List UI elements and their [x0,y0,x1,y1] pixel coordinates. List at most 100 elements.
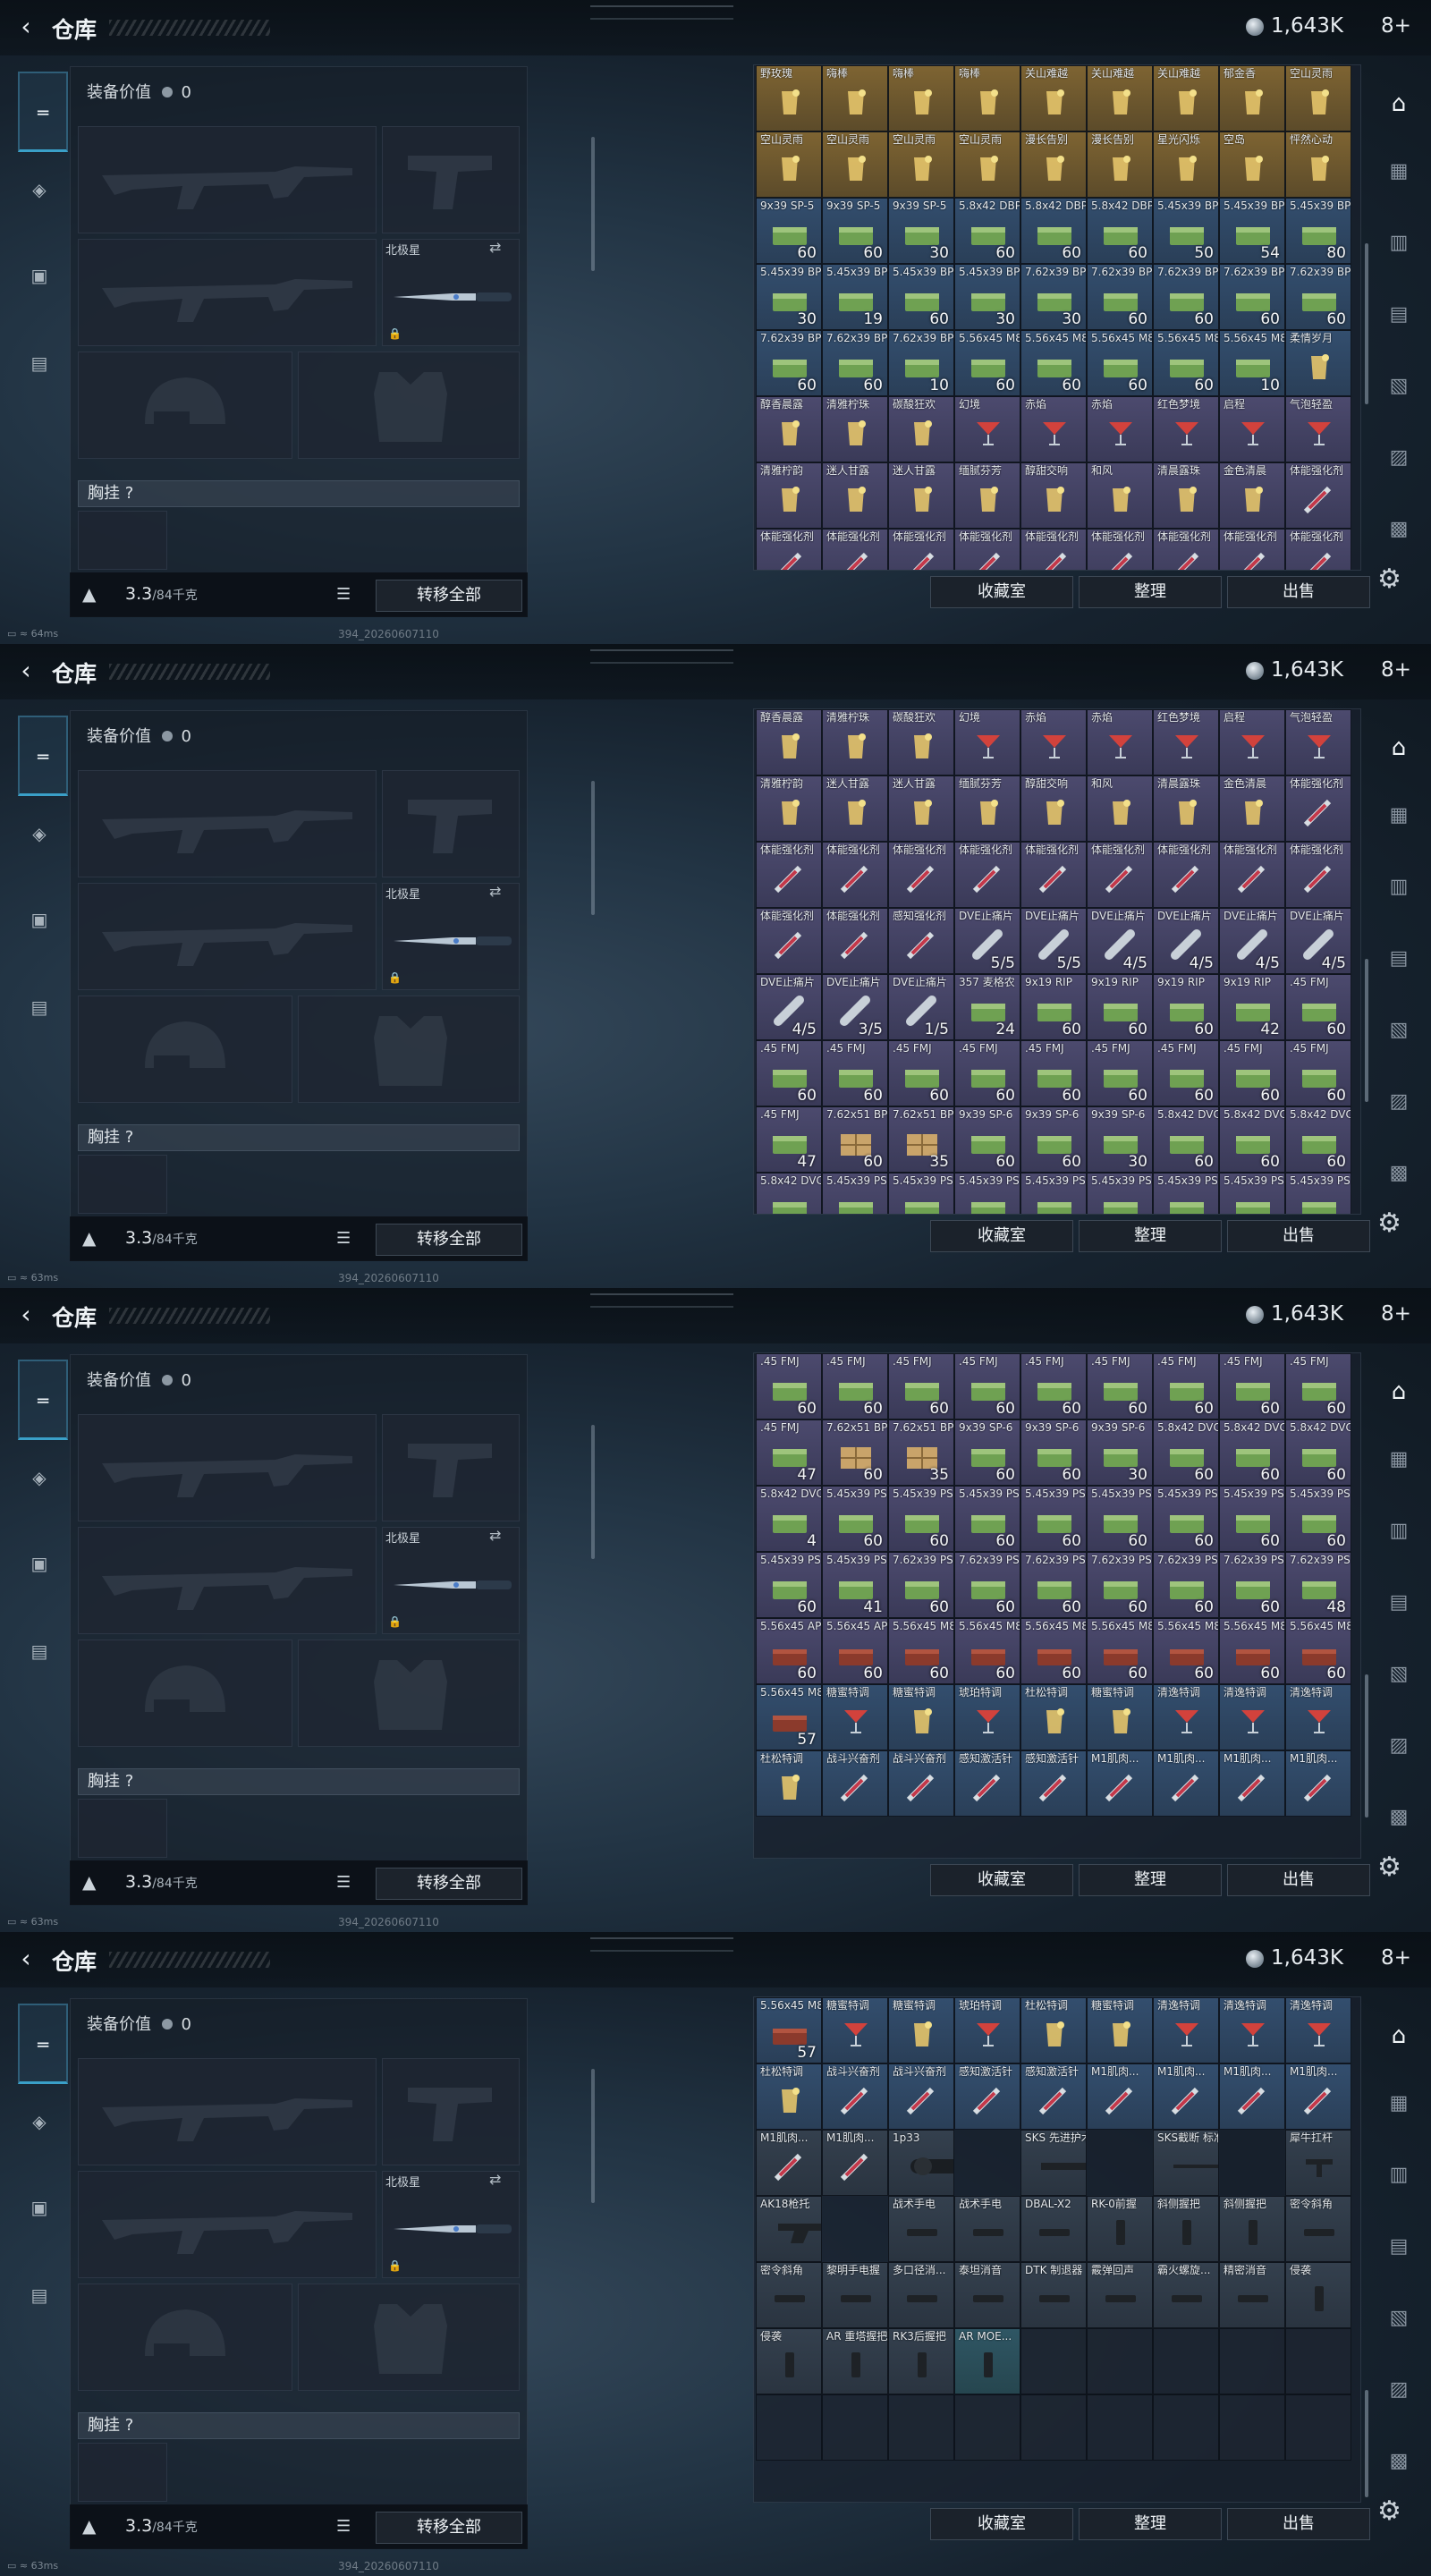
stash-item[interactable]: 5.8x42 DVC12 60 [1153,1419,1219,1486]
stash-item[interactable]: 碳酸狂欢 [888,709,954,775]
tab-briefcase-icon[interactable]: ▤ [20,343,59,383]
stash-item[interactable]: 醇香晨露 [756,709,822,775]
chest-rig-label[interactable]: 胸挂 ? [78,1124,520,1151]
gear-icon[interactable]: ⚙ [1377,2496,1401,2527]
stash-item[interactable]: 5.45x39 BP 30 [756,264,822,330]
stash-item[interactable]: 体能强化剂 [888,529,954,570]
stash-tab-warehouse-icon[interactable]: ⌂ [1383,88,1415,120]
collection-room-button[interactable]: 收藏室 [930,576,1073,608]
primary-weapon-slot[interactable] [78,1414,377,1521]
stash-item[interactable]: 5.45x39 PS 60 [822,1486,888,1552]
chest-rig-slot[interactable] [78,1155,167,1214]
stash-item[interactable]: 5.56x45 M855A1 10 [1219,330,1285,396]
stash-item[interactable]: 7.62x39 PS 60 [1219,1552,1285,1618]
stash-item[interactable]: 空山灵雨 [756,131,822,198]
stash-item[interactable]: 5.45x39 BP 50 [1153,198,1219,264]
stash-item[interactable]: 空山灵雨 [1285,65,1351,131]
stash-item[interactable]: 5.45x39 PS 41 [822,1552,888,1618]
stash-item[interactable]: 5.8x42 DVC12 60 [1219,1419,1285,1486]
stash-item[interactable]: 迷人甘露 [822,462,888,529]
stash-item[interactable]: 糖蜜特调 [1087,1684,1153,1750]
stash-item[interactable]: 7.62x39 PS 60 [888,1552,954,1618]
stash-item[interactable]: 5.8x42 DVC12 60 [1153,1106,1219,1173]
stash-item[interactable]: 7.62x39 BP 10 [888,330,954,396]
stash-scrollbar[interactable] [1365,243,1368,404]
empty-slot[interactable] [1153,2394,1219,2461]
list-icon[interactable]: ☰ [336,1873,351,1892]
list-icon[interactable]: ☰ [336,1229,351,1248]
stash-tab-armor-icon[interactable]: ▤ [1383,2231,1415,2263]
stash-item[interactable]: 体能强化剂 [1285,842,1351,908]
stash-tab-keys-icon[interactable]: ▩ [1383,1801,1415,1834]
stash-item[interactable]: 9x39 SP-6 60 [1020,1419,1087,1486]
stash-item[interactable]: M1肌肉... [1285,1750,1351,1817]
stash-item[interactable]: 5.8x42 DVC12 4 [756,1486,822,1552]
stash-item[interactable]: 1p33 [888,2130,954,2196]
stash-item[interactable]: 清雅柠韵 [756,462,822,529]
stash-item[interactable]: .45 FMJ 60 [1219,1040,1285,1106]
stash-item[interactable]: 空山灵雨 [954,131,1020,198]
sell-button[interactable]: 出售 [1227,576,1370,608]
stash-item[interactable]: 9x39 SP-6 30 [1087,1419,1153,1486]
back-arrow-icon[interactable]: ‹ [13,657,39,685]
stash-item[interactable]: .45 FMJ 60 [1285,1353,1351,1419]
stash-item[interactable]: 多口径消... [888,2262,954,2328]
stash-item[interactable]: 5.8x42 DBP10 60 [954,198,1020,264]
stash-tab-weapons-icon[interactable]: ▦ [1383,156,1415,188]
stash-tab-misc-icon[interactable]: ▨ [1383,1730,1415,1762]
stash-tab-medical-icon[interactable]: ▧ [1383,1658,1415,1690]
empty-slot[interactable] [1087,2328,1153,2394]
stash-item[interactable]: DVE止痛片 1/5 [888,974,954,1040]
stash-item[interactable]: 战斗兴奋剂 [822,1750,888,1817]
stash-tab-medical-icon[interactable]: ▧ [1383,1014,1415,1046]
chest-rig-slot[interactable] [78,1799,167,1858]
stash-item[interactable]: 5.56x45 AP 60 [756,1618,822,1684]
stash-item[interactable]: 5.45x39 PS 60 [1285,1486,1351,1552]
stash-item[interactable]: M1肌肉... [1087,2063,1153,2130]
stash-item[interactable]: 5.56x45 M855 57 [756,1684,822,1750]
stash-item[interactable]: 漫长告别 [1020,131,1087,198]
tab-backpack-icon[interactable]: ▣ [20,2188,59,2227]
sort-button[interactable]: 整理 [1079,2508,1222,2540]
stash-item[interactable]: 清晨露珠 [1153,775,1219,842]
stash-item[interactable]: 体能强化剂 [888,842,954,908]
transfer-all-button[interactable]: 转移全部 [376,2512,522,2544]
stash-item[interactable]: 感知激活针 [1020,2063,1087,2130]
stash-item[interactable]: 启程 [1219,709,1285,775]
stash-item[interactable]: M1肌肉... [1285,2063,1351,2130]
stash-item[interactable]: .45 FMJ 47 [756,1419,822,1486]
stash-item[interactable]: 赤焰 [1087,396,1153,462]
stash-item[interactable]: 泰坦消音 [954,2262,1020,2328]
stash-item[interactable]: 5.56x45 M855A1 60 [1020,330,1087,396]
empty-slot[interactable] [1020,2394,1087,2461]
stash-item[interactable]: 红色梦境 [1153,709,1219,775]
stash-item[interactable]: 体能强化剂 [822,842,888,908]
stash-tab-warehouse-icon[interactable]: ⌂ [1383,2020,1415,2052]
stash-item[interactable]: DVE止痛片 5/5 [1020,908,1087,974]
stash-item[interactable]: 5.56x45 M855 60 [888,1618,954,1684]
stash-tab-weapons-icon[interactable]: ▦ [1383,2088,1415,2120]
stash-tab-weapons-icon[interactable]: ▦ [1383,1444,1415,1476]
helmet-slot[interactable] [78,2284,292,2391]
stash-item[interactable]: 清逸特调 [1153,1684,1219,1750]
stash-item[interactable]: 9x19 RIP 60 [1153,974,1219,1040]
stash-item[interactable]: .45 FMJ 60 [1087,1353,1153,1419]
stash-item[interactable]: 杜松特调 [756,1750,822,1817]
stash-item[interactable]: 5.45x39 PS [1087,1173,1153,1214]
equipment-scrollbar[interactable] [591,137,595,271]
stash-item[interactable]: 7.62x51 BPZ 60 [822,1106,888,1173]
collection-room-button[interactable]: 收藏室 [930,2508,1073,2540]
stash-item[interactable]: 7.62x39 PS 48 [1285,1552,1351,1618]
pistol-slot[interactable] [382,770,520,877]
armor-slot[interactable] [298,2284,520,2391]
stash-item[interactable]: 战斗兴奋剂 [888,2063,954,2130]
stash-item[interactable]: 7.62x51 BPZ 35 [888,1419,954,1486]
stash-item[interactable]: 清逸特调 [1285,1997,1351,2063]
stash-item[interactable]: 体能强化剂 [1285,529,1351,570]
stash-item[interactable]: 斜侧握把 [1153,2196,1219,2262]
stash-tab-warehouse-icon[interactable]: ⌂ [1383,1376,1415,1408]
stash-tab-ammo-icon[interactable]: ▥ [1383,227,1415,259]
pistol-slot[interactable] [382,1414,520,1521]
stash-item[interactable]: 清雅柠韵 [756,775,822,842]
stash-item[interactable]: 醇甜交响 [1020,462,1087,529]
